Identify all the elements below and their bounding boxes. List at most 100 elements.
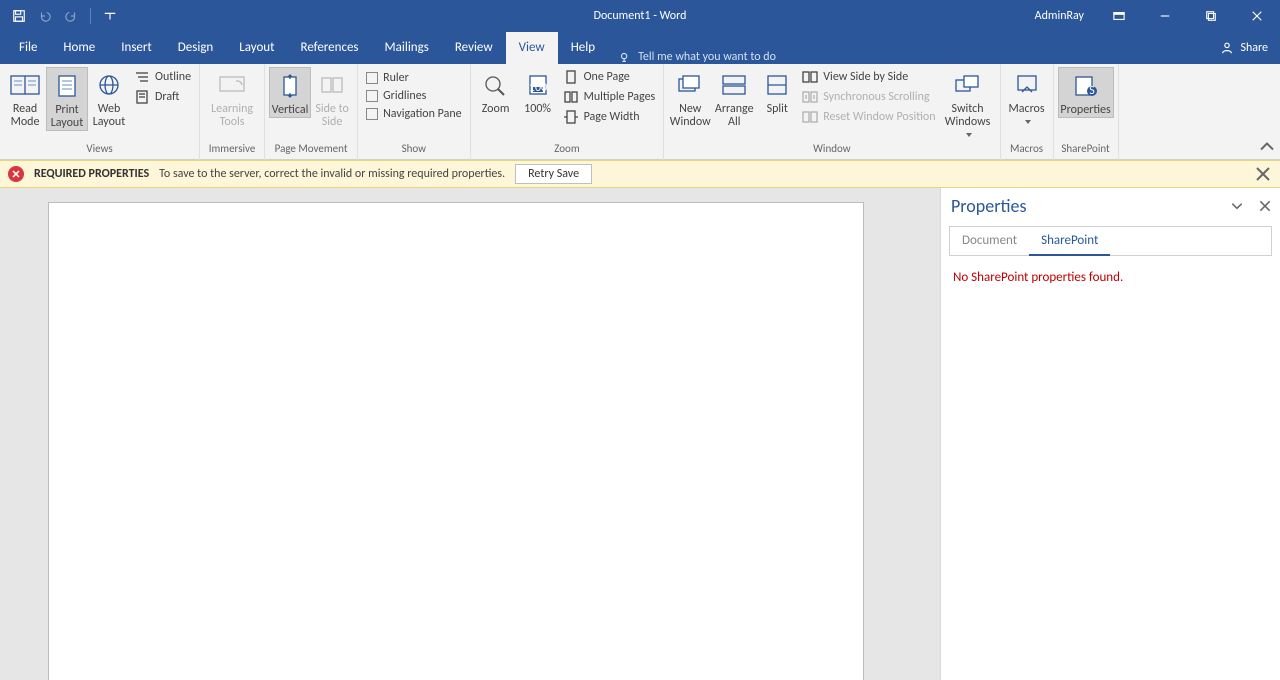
group-zoom: Zoom 100 100% One Page Multiple Pages Pa… — [471, 64, 665, 160]
group-window: New Window Arrange All Split View Side b… — [664, 64, 1000, 160]
qat-separator — [90, 8, 91, 24]
zoom-100-icon: 100 — [522, 69, 554, 101]
web-layout-icon — [93, 69, 125, 101]
pane-body: No SharePoint properties found. — [941, 256, 1280, 299]
properties-icon: S — [1070, 70, 1102, 102]
multiple-pages-button[interactable]: Multiple Pages — [563, 89, 656, 105]
pane-tab-document[interactable]: Document — [950, 227, 1029, 255]
share-icon — [1220, 41, 1234, 55]
group-sharepoint-label: SharePoint — [1054, 142, 1118, 160]
outline-icon — [134, 69, 150, 85]
error-icon: ✕ — [8, 166, 24, 182]
ribbon-display-icon[interactable] — [1096, 0, 1142, 32]
switch-windows-button[interactable]: Switch Windows — [940, 67, 996, 142]
arrange-all-button[interactable]: Arrange All — [712, 67, 756, 129]
group-immersive-label: Immersive — [200, 142, 264, 160]
view-side-by-side-button[interactable]: View Side by Side — [802, 69, 935, 85]
macros-button[interactable]: Macros — [1005, 67, 1049, 129]
tell-me-search[interactable]: Tell me what you want to do — [618, 50, 776, 64]
group-views: Read Mode Print Layout Web Layout Outlin… — [0, 64, 200, 160]
vertical-label: Vertical — [272, 104, 309, 117]
side-by-side-icon — [802, 69, 818, 85]
outline-button[interactable]: Outline — [134, 69, 191, 85]
tab-review[interactable]: Review — [442, 32, 506, 64]
share-button[interactable]: Share — [1220, 32, 1268, 64]
sync-scrolling-button: Synchronous Scrolling — [802, 89, 935, 105]
tab-mailings[interactable]: Mailings — [372, 32, 442, 64]
learning-tools-label: Learning Tools — [206, 103, 258, 129]
arrange-all-label: Arrange All — [714, 103, 754, 129]
properties-label: Properties — [1060, 104, 1110, 117]
print-layout-button[interactable]: Print Layout — [46, 67, 88, 131]
ribbon-tabs: File Home Insert Design Layout Reference… — [0, 32, 1280, 64]
ruler-checkbox[interactable]: Ruler — [366, 71, 462, 85]
read-mode-label: Read Mode — [6, 103, 44, 129]
group-sharepoint: S Properties SharePoint — [1054, 64, 1119, 160]
minimize-icon[interactable] — [1142, 0, 1188, 32]
read-mode-icon — [9, 69, 41, 101]
workspace: Properties Document SharePoint No ShareP… — [0, 188, 1280, 680]
side-to-side-button: Side to Side — [311, 67, 353, 129]
checkbox-icon — [366, 108, 378, 120]
one-page-button[interactable]: One Page — [563, 69, 656, 85]
pane-message: No SharePoint properties found. — [953, 270, 1268, 285]
zoom-button[interactable]: Zoom — [475, 67, 517, 116]
group-page-movement-label: Page Movement — [265, 142, 357, 160]
pane-close-icon[interactable] — [1258, 199, 1272, 213]
tab-layout[interactable]: Layout — [226, 32, 287, 64]
split-icon — [761, 69, 793, 101]
side-to-side-icon — [316, 69, 348, 101]
nav-pane-checkbox[interactable]: Navigation Pane — [366, 107, 462, 121]
undo-icon[interactable] — [34, 5, 56, 27]
switch-windows-label: Switch Windows — [942, 103, 994, 142]
read-mode-button[interactable]: Read Mode — [4, 67, 46, 129]
lightbulb-icon — [618, 50, 632, 64]
sync-scroll-icon — [802, 89, 818, 105]
user-name[interactable]: AdminRay — [1035, 9, 1084, 23]
reset-window-pos-button: Reset Window Position — [802, 109, 935, 125]
document-page[interactable] — [48, 202, 864, 680]
retry-save-button[interactable]: Retry Save — [515, 164, 592, 184]
customize-qat-icon[interactable] — [99, 5, 121, 27]
tab-help[interactable]: Help — [558, 32, 608, 64]
vertical-button[interactable]: Vertical — [269, 67, 311, 118]
document-area[interactable] — [0, 188, 940, 680]
web-layout-button[interactable]: Web Layout — [88, 67, 130, 129]
svg-text:S: S — [1089, 84, 1095, 98]
switch-windows-icon — [952, 69, 984, 101]
reset-pos-icon — [802, 109, 818, 125]
tab-home[interactable]: Home — [50, 32, 108, 64]
page-width-button[interactable]: Page Width — [563, 109, 656, 125]
redo-icon[interactable] — [60, 5, 82, 27]
one-page-icon — [563, 69, 579, 85]
draft-icon — [134, 89, 150, 105]
zoom-100-label: 100% — [524, 103, 551, 116]
tab-view[interactable]: View — [506, 32, 558, 64]
title-bar: Document1 - Word AdminRay — [0, 0, 1280, 32]
macros-icon — [1011, 69, 1043, 101]
side-to-side-label: Side to Side — [313, 103, 351, 129]
group-macros: Macros Macros — [1001, 64, 1054, 160]
new-window-button[interactable]: New Window — [668, 67, 712, 129]
split-label: Split — [767, 103, 788, 116]
tab-insert[interactable]: Insert — [108, 32, 165, 64]
close-icon[interactable] — [1234, 0, 1280, 32]
maximize-icon[interactable] — [1188, 0, 1234, 32]
tab-file[interactable]: File — [6, 32, 50, 64]
message-bar-close-icon[interactable] — [1254, 165, 1272, 183]
draft-button[interactable]: Draft — [134, 89, 191, 105]
message-bar-title: REQUIRED PROPERTIES — [34, 167, 149, 181]
tab-references[interactable]: References — [288, 32, 372, 64]
properties-button[interactable]: S Properties — [1058, 67, 1114, 118]
web-layout-label: Web Layout — [90, 103, 128, 129]
pane-options-icon[interactable] — [1230, 199, 1244, 213]
zoom-100-button[interactable]: 100 100% — [517, 67, 559, 116]
learning-tools-button: Learning Tools — [204, 67, 260, 129]
print-layout-label: Print Layout — [49, 104, 85, 130]
pane-tab-sharepoint[interactable]: SharePoint — [1029, 227, 1110, 256]
collapse-ribbon-icon[interactable] — [1258, 139, 1276, 157]
gridlines-checkbox[interactable]: Gridlines — [366, 89, 462, 103]
save-icon[interactable] — [8, 5, 30, 27]
split-button[interactable]: Split — [756, 67, 798, 116]
tab-design[interactable]: Design — [165, 32, 226, 64]
